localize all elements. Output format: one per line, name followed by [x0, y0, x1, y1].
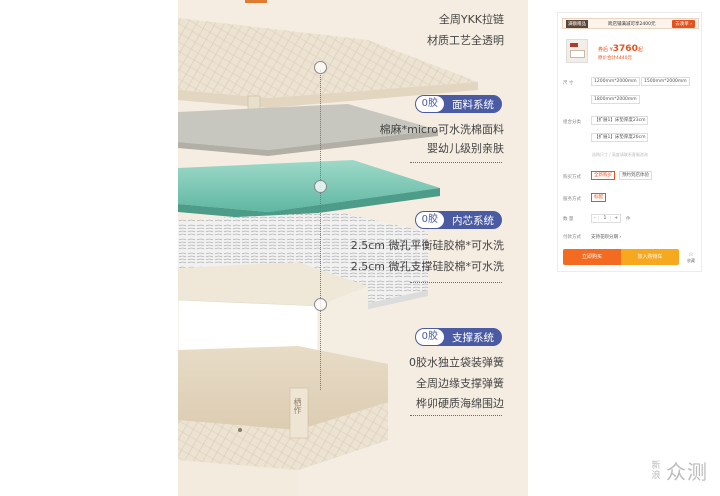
fabric-system-title: 面料系统 — [452, 98, 494, 111]
fabric-divider — [410, 162, 502, 163]
fabric-line-2: 婴幼儿级别亲肤 — [427, 142, 504, 155]
support-line-3: 桦卯硬质海绵围边 — [416, 397, 504, 410]
delivery-option-new[interactable]: 全新购买 — [591, 171, 615, 180]
callout-line — [320, 70, 321, 390]
zero-glue-label: 0胶 — [415, 329, 444, 345]
service-label: 服务方式 — [563, 197, 581, 202]
payment-label: 付款方式 — [563, 235, 581, 240]
core-divider — [410, 282, 502, 283]
core-line-1: 2.5cm 微孔平衡硅胶棉*可水洗 — [350, 239, 504, 252]
buy-now-button[interactable]: 立即购买 — [563, 249, 621, 265]
callout-dot-base — [314, 298, 327, 311]
callout-dot-cover — [314, 61, 327, 74]
promo-tag: 满额赠品 — [566, 19, 588, 28]
core-system-title: 内芯系统 — [452, 214, 494, 227]
quantity-value[interactable]: 1 — [598, 216, 612, 221]
size-option-1200[interactable]: 1200mm*2000mm — [591, 77, 640, 86]
quantity-label: 数 量 — [563, 217, 574, 222]
foam-layer — [178, 160, 440, 220]
promo-bar: 满额赠品 跨店铺满减可享2400元 去凑单 › — [562, 18, 699, 29]
support-line-1: 0胶水独立袋装弹簧 — [409, 356, 504, 369]
delivery-option-store[interactable]: 预约到店体验 — [619, 171, 652, 180]
zero-glue-label: 0胶 — [415, 212, 444, 228]
transparency-caption: 材质工艺全透明 — [427, 34, 504, 47]
mattress-icon — [570, 50, 585, 58]
watermark-logo: 新 浪 众测 — [650, 456, 708, 485]
fabric-line-1: 棉麻*micro可水洗棉面料 — [379, 123, 504, 136]
mattress-layers-illustration: 全周YKK拉链 材质工艺全透明 0胶 面料系统 棉麻*micro可水洗棉面料 婴… — [178, 0, 528, 496]
minus-button[interactable]: - — [594, 216, 596, 221]
combo-option-26cm[interactable]: 【扩展1】床垫厚度26cm — [591, 133, 649, 142]
core-system-badge: 0胶 内芯系统 — [414, 211, 502, 229]
combo-label: 组合分类 — [563, 120, 581, 125]
price: 券后 ¥3760起 — [598, 44, 643, 54]
core-line-2: 2.5cm 微孔支撑硅胶棉*可水洗 — [350, 260, 504, 273]
page-root: 全周YKK拉链 材质工艺全透明 0胶 面料系统 棉麻*micro可水洗棉面料 婴… — [0, 0, 720, 496]
watermark-char-1: 新 — [651, 460, 661, 471]
support-system-title: 支撑系统 — [452, 331, 494, 344]
brand-label: 栖作 — [293, 398, 302, 414]
combo-hint: 选购尺寸 / 高度请联系客服咨询 — [592, 152, 648, 157]
product-thumbnail[interactable] — [566, 39, 588, 63]
watermark-text: 众测 — [666, 460, 708, 484]
plus-button[interactable]: + — [614, 216, 618, 221]
service-option-standard[interactable]: 标配 — [591, 193, 606, 202]
price-value: 3760 — [612, 44, 638, 54]
combo-option-23cm[interactable]: 【扩展1】床垫厚度23cm — [591, 116, 649, 125]
add-to-cart-button[interactable]: 加入购物车 — [621, 249, 679, 265]
price-suffix: 起 — [637, 47, 643, 53]
zero-glue-label: 0胶 — [415, 96, 444, 112]
promo-text: 跨店铺满减可享2400元 — [608, 21, 656, 27]
price-prefix: 券后 ¥ — [598, 47, 613, 53]
size-option-1800[interactable]: 1800mm*2000mm — [591, 95, 640, 104]
watermark-char-2: 浪 — [651, 470, 661, 481]
sub-price: 原价合计4440元 — [598, 56, 632, 61]
star-icon: ☆ — [688, 251, 694, 258]
size-label: 尺 寸 — [563, 81, 574, 86]
brand-logo-icon — [570, 43, 578, 47]
quantity-stepper[interactable]: - 1 + — [591, 214, 621, 223]
promo-button[interactable]: 去凑单 › — [672, 19, 695, 28]
base-layer — [178, 262, 388, 496]
zipper-caption: 全周YKK拉链 — [438, 13, 504, 26]
favorite-label: 收藏 — [687, 258, 695, 263]
delivery-label: 购买方式 — [563, 175, 581, 180]
favorite-button[interactable]: ☆ 收藏 — [685, 251, 697, 264]
callout-dot-foam — [314, 180, 327, 193]
payment-value[interactable]: 支持花呗分期 › — [591, 234, 621, 240]
size-option-1500[interactable]: 1500mm*2000mm — [641, 77, 690, 86]
support-divider — [410, 415, 502, 416]
support-system-badge: 0胶 支撑系统 — [414, 328, 502, 346]
fabric-system-badge: 0胶 面料系统 — [414, 95, 502, 113]
quantity-unit: 件 — [626, 217, 631, 222]
support-line-2: 全周边缘支撑弹簧 — [416, 377, 504, 390]
watermark-stack: 新 浪 — [650, 461, 662, 481]
purchase-panel: 满额赠品 跨店铺满减可享2400元 去凑单 › 券后 ¥3760起 原价合计44… — [557, 12, 702, 272]
